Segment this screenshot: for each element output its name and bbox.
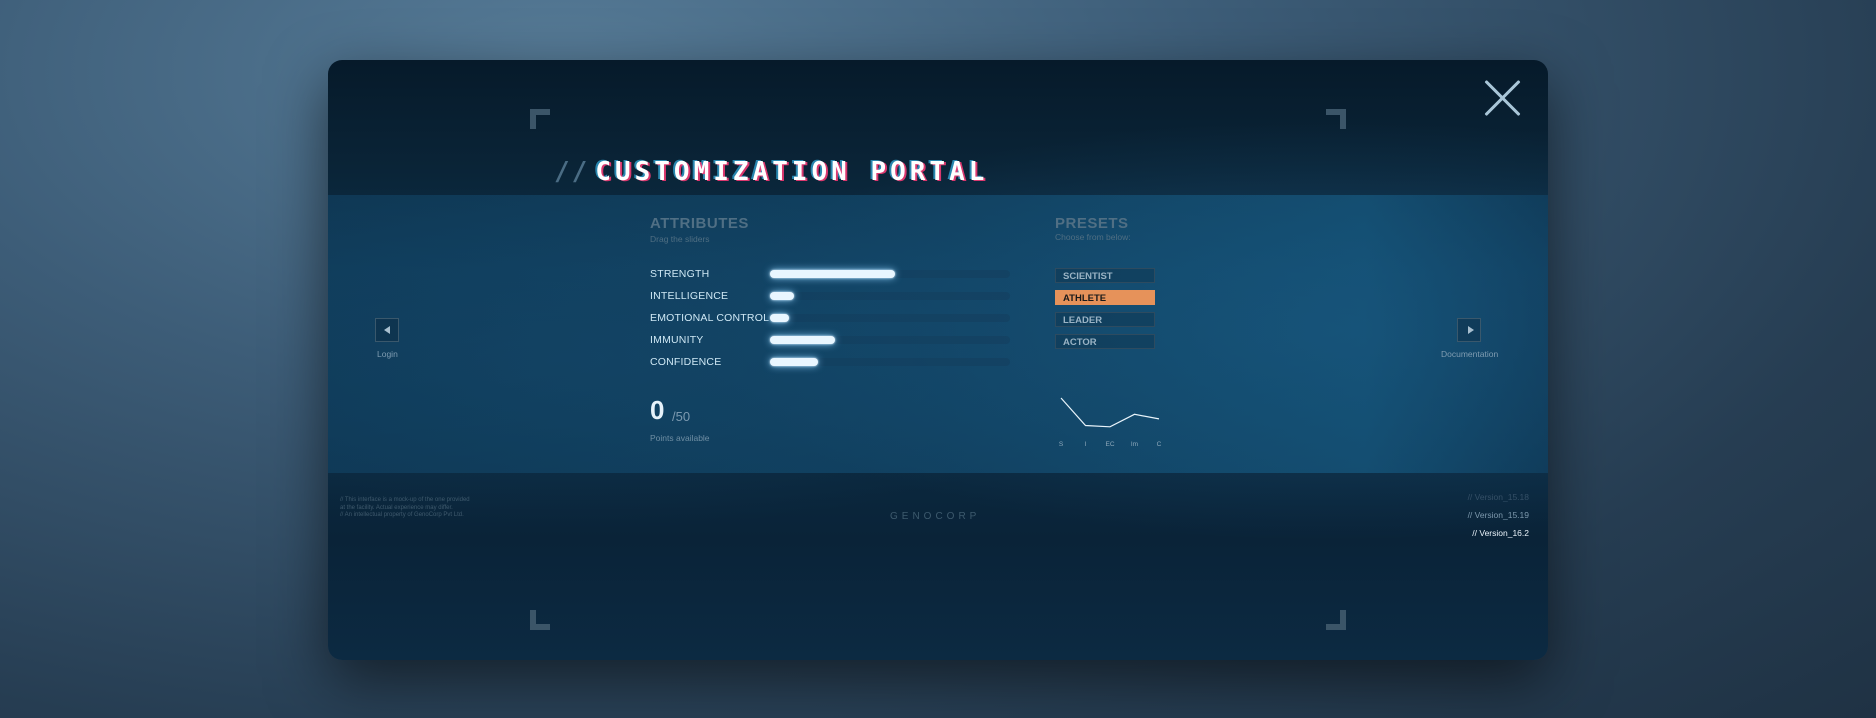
customization-modal: //CUSTOMIZATION PORTAL ATTRIBUTES Drag t…	[328, 60, 1548, 660]
attributes-line-chart: S I EC Im C	[1059, 397, 1162, 448]
slider-track-confidence[interactable]	[770, 358, 1010, 366]
brand-name: GENOCORP	[890, 511, 981, 522]
chart-tick-label: C	[1157, 441, 1162, 448]
slider-track-strength[interactable]	[770, 270, 1010, 278]
disclaimer-text: // This interface is a mock-up of the on…	[340, 497, 475, 520]
preset-athlete-button[interactable]: ATHLETE	[1055, 290, 1155, 305]
preset-scientist-button[interactable]: SCIENTIST	[1055, 268, 1155, 283]
slider-fill-intelligence[interactable]	[770, 292, 794, 300]
chart-tick-label: S	[1059, 441, 1064, 448]
attribute-label-confidence: CONFIDENCE	[650, 356, 722, 368]
corner-bracket-bottom-right	[1326, 610, 1346, 630]
points-available-label: Points available	[650, 433, 710, 443]
version-link-active[interactable]: // Version_16.2	[1472, 528, 1529, 538]
attribute-label-strength: STRENGTH	[650, 268, 710, 280]
chart-series-line	[1060, 397, 1160, 428]
attributes-subheading: Drag the sliders	[650, 234, 710, 244]
slider-track-emotional-control[interactable]	[770, 314, 1010, 322]
chart-tick-label: EC	[1105, 441, 1114, 448]
disclaimer-line: // This interface is a mock-up of the on…	[340, 497, 470, 511]
page-title: //CUSTOMIZATION PORTAL	[554, 157, 988, 187]
slider-fill-strength[interactable]	[770, 270, 895, 278]
chart-tick-label: I	[1085, 441, 1087, 448]
documentation-link[interactable]: Documentation	[1441, 349, 1498, 359]
triangle-left-icon	[384, 326, 390, 334]
preset-actor-button[interactable]: ACTOR	[1055, 334, 1155, 349]
triangle-right-icon	[1468, 326, 1474, 334]
attribute-label-intelligence: INTELLIGENCE	[650, 290, 729, 302]
chart-tick-label: Im	[1131, 441, 1138, 448]
title-prefix: //	[554, 157, 590, 187]
presets-heading: PRESETS	[1055, 215, 1129, 232]
corner-bracket-top-right	[1326, 109, 1346, 129]
slider-track-intelligence[interactable]	[770, 292, 1010, 300]
close-icon[interactable]	[1482, 78, 1522, 118]
preset-leader-button[interactable]: LEADER	[1055, 312, 1155, 327]
slider-fill-confidence[interactable]	[770, 358, 818, 366]
nav-left-button[interactable]	[375, 318, 399, 342]
login-link[interactable]: Login	[377, 349, 398, 359]
attribute-label-emotional-control: EMOTIONAL CONTROL	[650, 312, 770, 324]
attributes-heading: ATTRIBUTES	[650, 215, 749, 232]
presets-subheading: Choose from below:	[1055, 232, 1131, 242]
version-link[interactable]: // Version_15.19	[1468, 510, 1529, 520]
corner-bracket-top-left	[530, 109, 550, 129]
title-text: CUSTOMIZATION PORTAL	[595, 157, 989, 187]
attribute-label-immunity: IMMUNITY	[650, 334, 704, 346]
disclaimer-line: // An intellectual property of GenoCorp …	[340, 512, 464, 518]
slider-fill-emotional-control[interactable]	[770, 314, 790, 322]
version-link[interactable]: // Version_15.18	[1468, 492, 1529, 502]
corner-bracket-bottom-left	[530, 610, 550, 630]
content-band	[328, 195, 1548, 473]
slider-track-immunity[interactable]	[770, 336, 1010, 344]
nav-right-button[interactable]	[1457, 318, 1481, 342]
points-total: /50	[672, 409, 691, 424]
points-available-value: 0	[650, 395, 665, 425]
slider-fill-immunity[interactable]	[770, 336, 835, 344]
